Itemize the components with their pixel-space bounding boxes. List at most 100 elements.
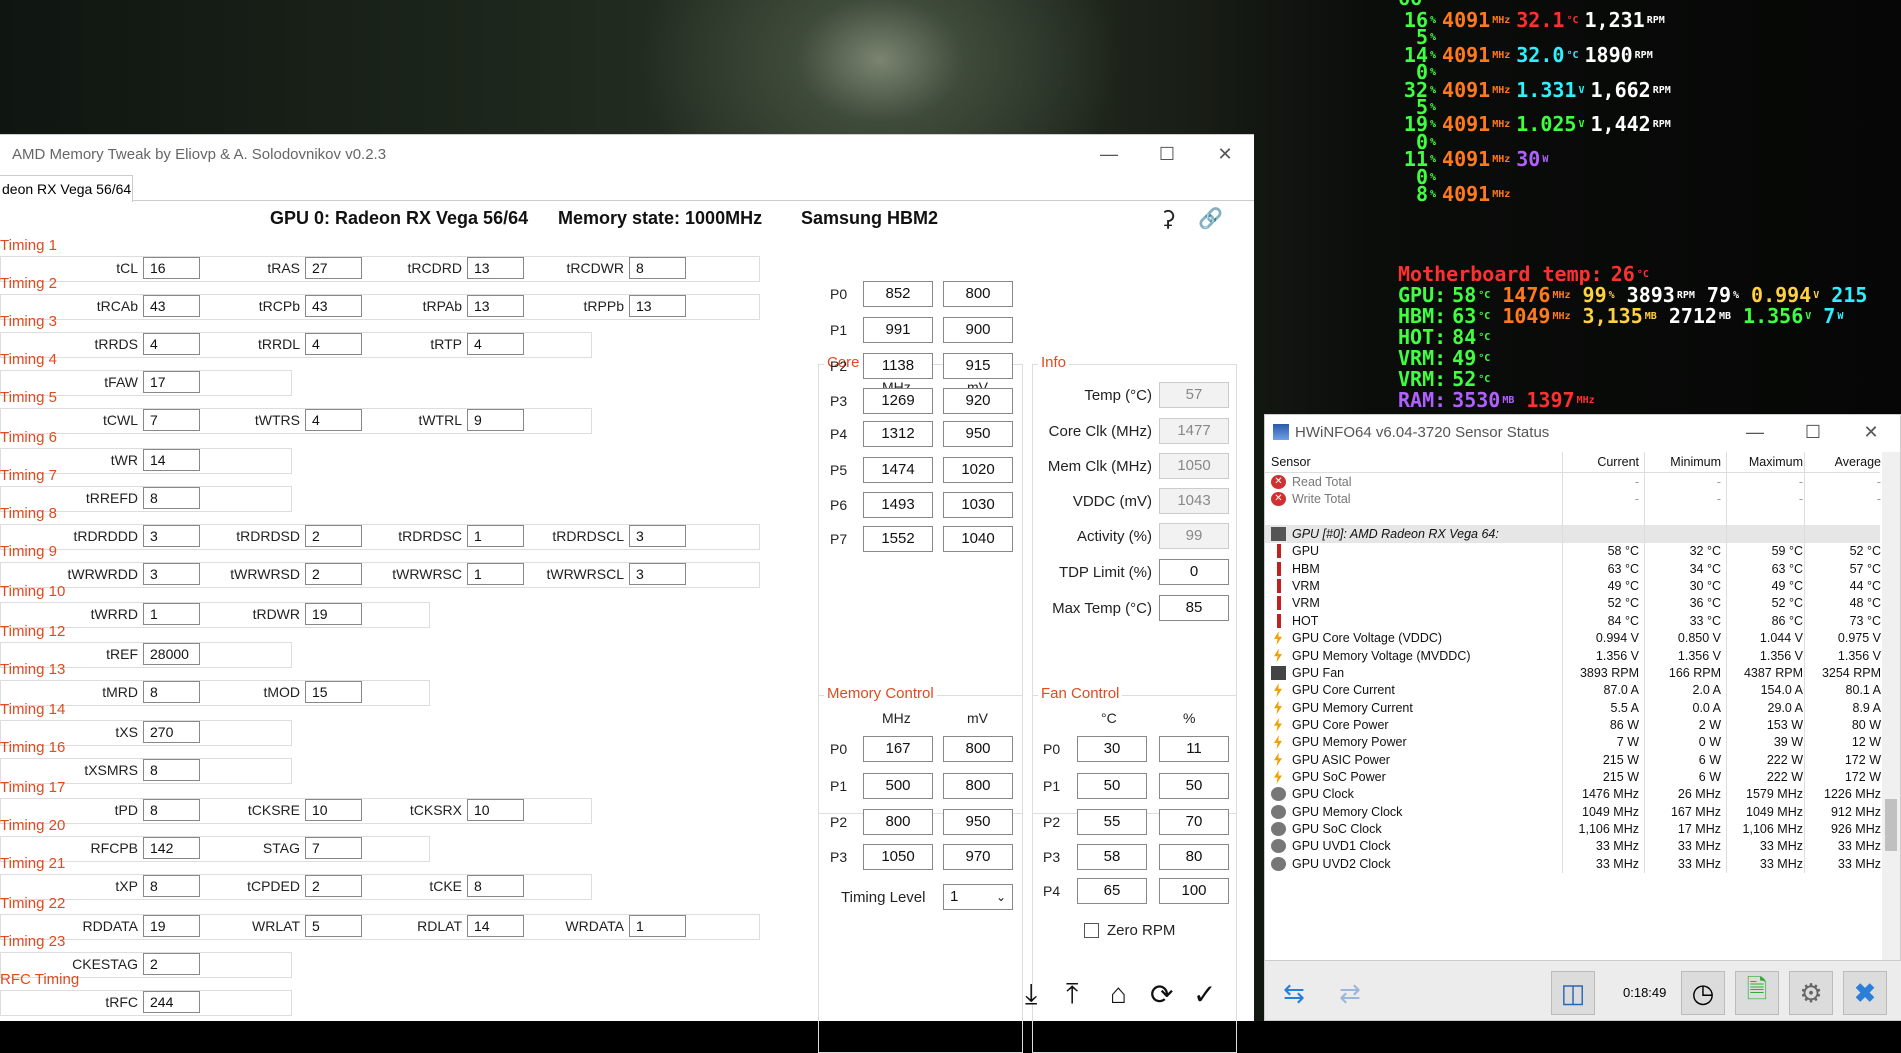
core-mhz-input[interactable]: 1138 <box>863 353 933 379</box>
tab-gpu0[interactable]: deon RX Vega 56/64 <box>0 175 133 202</box>
info-value[interactable]: 0 <box>1159 559 1229 585</box>
close-button[interactable]: ✕ <box>1842 415 1900 449</box>
fan-temp-input[interactable]: 50 <box>1077 773 1147 799</box>
apply-check-icon[interactable]: ✓ <box>1193 978 1216 1011</box>
fan-temp-input[interactable]: 58 <box>1077 844 1147 870</box>
fan-percent-input[interactable]: 50 <box>1159 773 1229 799</box>
zero-rpm-checkbox[interactable] <box>1084 923 1099 938</box>
sensor-row[interactable]: GPU Memory Clock 1049 MHz 167 MHz 1049 MHz 9… <box>1265 802 1881 821</box>
link-icon[interactable]: 🔗 <box>1198 206 1223 231</box>
fan-temp-input[interactable]: 30 <box>1077 736 1147 762</box>
column-header-sensor[interactable]: Sensor <box>1271 452 1311 473</box>
column-header-minimum[interactable]: Minimum <box>1645 452 1721 473</box>
core-mv-input[interactable]: 900 <box>943 317 1013 343</box>
sensor-row[interactable]: VRM 49 °C 30 °C 49 °C 44 °C <box>1265 577 1881 596</box>
timing-input[interactable]: 14 <box>143 449 200 471</box>
sensor-row[interactable]: GPU UVD1 Clock 33 MHz 33 MHz 33 MHz 33 MHz <box>1265 837 1881 856</box>
core-mv-input[interactable]: 920 <box>943 388 1013 414</box>
fan-percent-input[interactable]: 11 <box>1159 736 1229 762</box>
mem-mv-input[interactable]: 800 <box>943 773 1013 799</box>
sensor-row[interactable]: GPU Core Voltage (VDDC) 0.994 V 0.850 V 1.0… <box>1265 629 1881 648</box>
sensor-row[interactable]: GPU SoC Clock 1,106 MHz 17 MHz 1,106 MHz 926… <box>1265 820 1881 838</box>
sensor-row[interactable] <box>1265 507 1880 526</box>
timing-input[interactable]: 17 <box>143 371 200 393</box>
sensor-row[interactable]: HBM 63 °C 34 °C 63 °C 57 °C <box>1265 559 1881 578</box>
sensor-row[interactable]: GPU Memory Voltage (MVDDC) 1.356 V 1.356 V… <box>1265 646 1881 665</box>
maximize-button[interactable]: ☐ <box>1784 415 1842 449</box>
column-header-maximum[interactable]: Maximum <box>1727 452 1803 473</box>
fan-percent-input[interactable]: 100 <box>1159 878 1229 904</box>
sensor-row[interactable]: GPU SoC Power 215 W6 W 222 W 172 W <box>1265 767 1881 786</box>
network-icon[interactable]: ◫ <box>1551 971 1595 1015</box>
download-icon[interactable]: ⤓ <box>1025 978 1037 1011</box>
clock-icon[interactable]: ◷ <box>1681 971 1725 1015</box>
sensor-row[interactable]: GPU Memory Power 7 W0 W 39 W 12 W <box>1265 733 1881 752</box>
sensor-row[interactable]: GPU Clock 1476 MHz 26 MHz 1579 MHz 1226 MHz <box>1265 785 1881 804</box>
mem-mv-input[interactable]: 950 <box>943 809 1013 835</box>
add-report-icon[interactable]: 🗎 <box>1735 971 1779 1015</box>
refresh-icon[interactable]: ⟳ <box>1150 978 1173 1011</box>
settings-gear-icon[interactable]: ⚙ <box>1789 971 1833 1015</box>
timing-input[interactable]: 2 <box>143 953 200 975</box>
minimize-button[interactable]: — <box>1080 135 1138 173</box>
sensor-scrollbar[interactable] <box>1882 452 1900 962</box>
core-mhz-input[interactable]: 1269 <box>863 388 933 414</box>
core-mhz-input[interactable]: 1493 <box>863 492 933 518</box>
exit-icon[interactable]: ✖ <box>1843 971 1887 1015</box>
mem-mhz-input[interactable]: 167 <box>863 736 933 762</box>
core-mhz-input[interactable]: 991 <box>863 317 933 343</box>
sensor-row[interactable]: GPU Memory Current 5.5 A 0.0 A 29.0 A 8.9 A <box>1265 698 1881 717</box>
timing-level-select[interactable]: 1 ⌄ <box>943 884 1013 910</box>
timing-input[interactable]: 13 <box>629 295 686 317</box>
fan-temp-input[interactable]: 55 <box>1077 809 1147 835</box>
timing-input[interactable]: 8 <box>143 759 200 781</box>
core-mv-input[interactable]: 915 <box>943 353 1013 379</box>
sensor-row[interactable]: GPU UVD2 Clock 33 MHz 33 MHz 33 MHz 33 MHz <box>1265 854 1881 873</box>
timing-input[interactable]: 270 <box>143 721 200 743</box>
sensor-row[interactable]: GPU Core Power 86 W2 W 153 W 80 W <box>1265 715 1881 734</box>
sensor-row[interactable]: ✕ Write Total - - - - <box>1265 490 1881 509</box>
mem-mv-input[interactable]: 800 <box>943 736 1013 762</box>
home-icon[interactable]: ⌂ <box>1110 978 1127 1010</box>
fan-percent-input[interactable]: 80 <box>1159 844 1229 870</box>
sensor-row[interactable]: GPU ASIC Power 215 W6 W 222 W 172 W <box>1265 750 1881 769</box>
timing-input[interactable]: 7 <box>305 837 362 859</box>
timing-input[interactable]: 10 <box>467 799 524 821</box>
sensor-group-row[interactable]: GPU [#0]: AMD Radeon RX Vega 64: <box>1265 525 1880 544</box>
timing-input[interactable]: 8 <box>467 875 524 897</box>
timing-input[interactable]: 8 <box>143 487 200 509</box>
fan-temp-input[interactable]: 65 <box>1077 878 1147 904</box>
core-mhz-input[interactable]: 1552 <box>863 526 933 552</box>
sensor-row[interactable]: GPU Fan 3893 RPM 166 RPM 4387 RPM 3254 RPM <box>1265 663 1881 682</box>
info-value[interactable]: 85 <box>1159 595 1229 621</box>
timing-input[interactable]: 8 <box>629 257 686 279</box>
mem-mhz-input[interactable]: 1050 <box>863 844 933 870</box>
column-header-average[interactable]: Average <box>1805 452 1881 473</box>
core-mhz-input[interactable]: 1474 <box>863 457 933 483</box>
mem-mhz-input[interactable]: 500 <box>863 773 933 799</box>
sensor-row[interactable]: VRM 52 °C 36 °C 52 °C 48 °C <box>1265 594 1881 613</box>
timing-input[interactable]: 244 <box>143 991 200 1013</box>
minimize-button[interactable]: — <box>1726 415 1784 449</box>
core-mv-input[interactable]: 1040 <box>943 526 1013 552</box>
sensor-row[interactable]: HOT 84 °C 33 °C 86 °C 73 °C <box>1265 611 1881 630</box>
timing-input[interactable]: 3 <box>629 563 686 585</box>
timing-input[interactable]: 19 <box>305 603 362 625</box>
timing-input[interactable]: 4 <box>467 333 524 355</box>
core-mv-input[interactable]: 950 <box>943 421 1013 447</box>
sensor-row[interactable]: GPU Core Current 87.0 A 2.0 A 154.0 A 80.1 A <box>1265 681 1881 700</box>
expand-arrows-icon[interactable]: ⇆ <box>1269 971 1319 1015</box>
github-icon[interactable]: ⚳ <box>1160 206 1176 232</box>
scrollbar-thumb[interactable] <box>1885 799 1897 851</box>
core-mv-input[interactable]: 1020 <box>943 457 1013 483</box>
core-mhz-input[interactable]: 852 <box>863 281 933 307</box>
timing-input[interactable]: 9 <box>467 409 524 431</box>
timing-input[interactable]: 3 <box>629 525 686 547</box>
core-mv-input[interactable]: 1030 <box>943 492 1013 518</box>
core-mhz-input[interactable]: 1312 <box>863 421 933 447</box>
core-mv-input[interactable]: 800 <box>943 281 1013 307</box>
fan-percent-input[interactable]: 70 <box>1159 809 1229 835</box>
upload-icon[interactable]: ⤒ <box>1066 978 1078 1011</box>
maximize-button[interactable]: ☐ <box>1138 135 1196 173</box>
sensor-row[interactable]: GPU 58 °C 32 °C 59 °C 52 °C <box>1265 542 1881 561</box>
